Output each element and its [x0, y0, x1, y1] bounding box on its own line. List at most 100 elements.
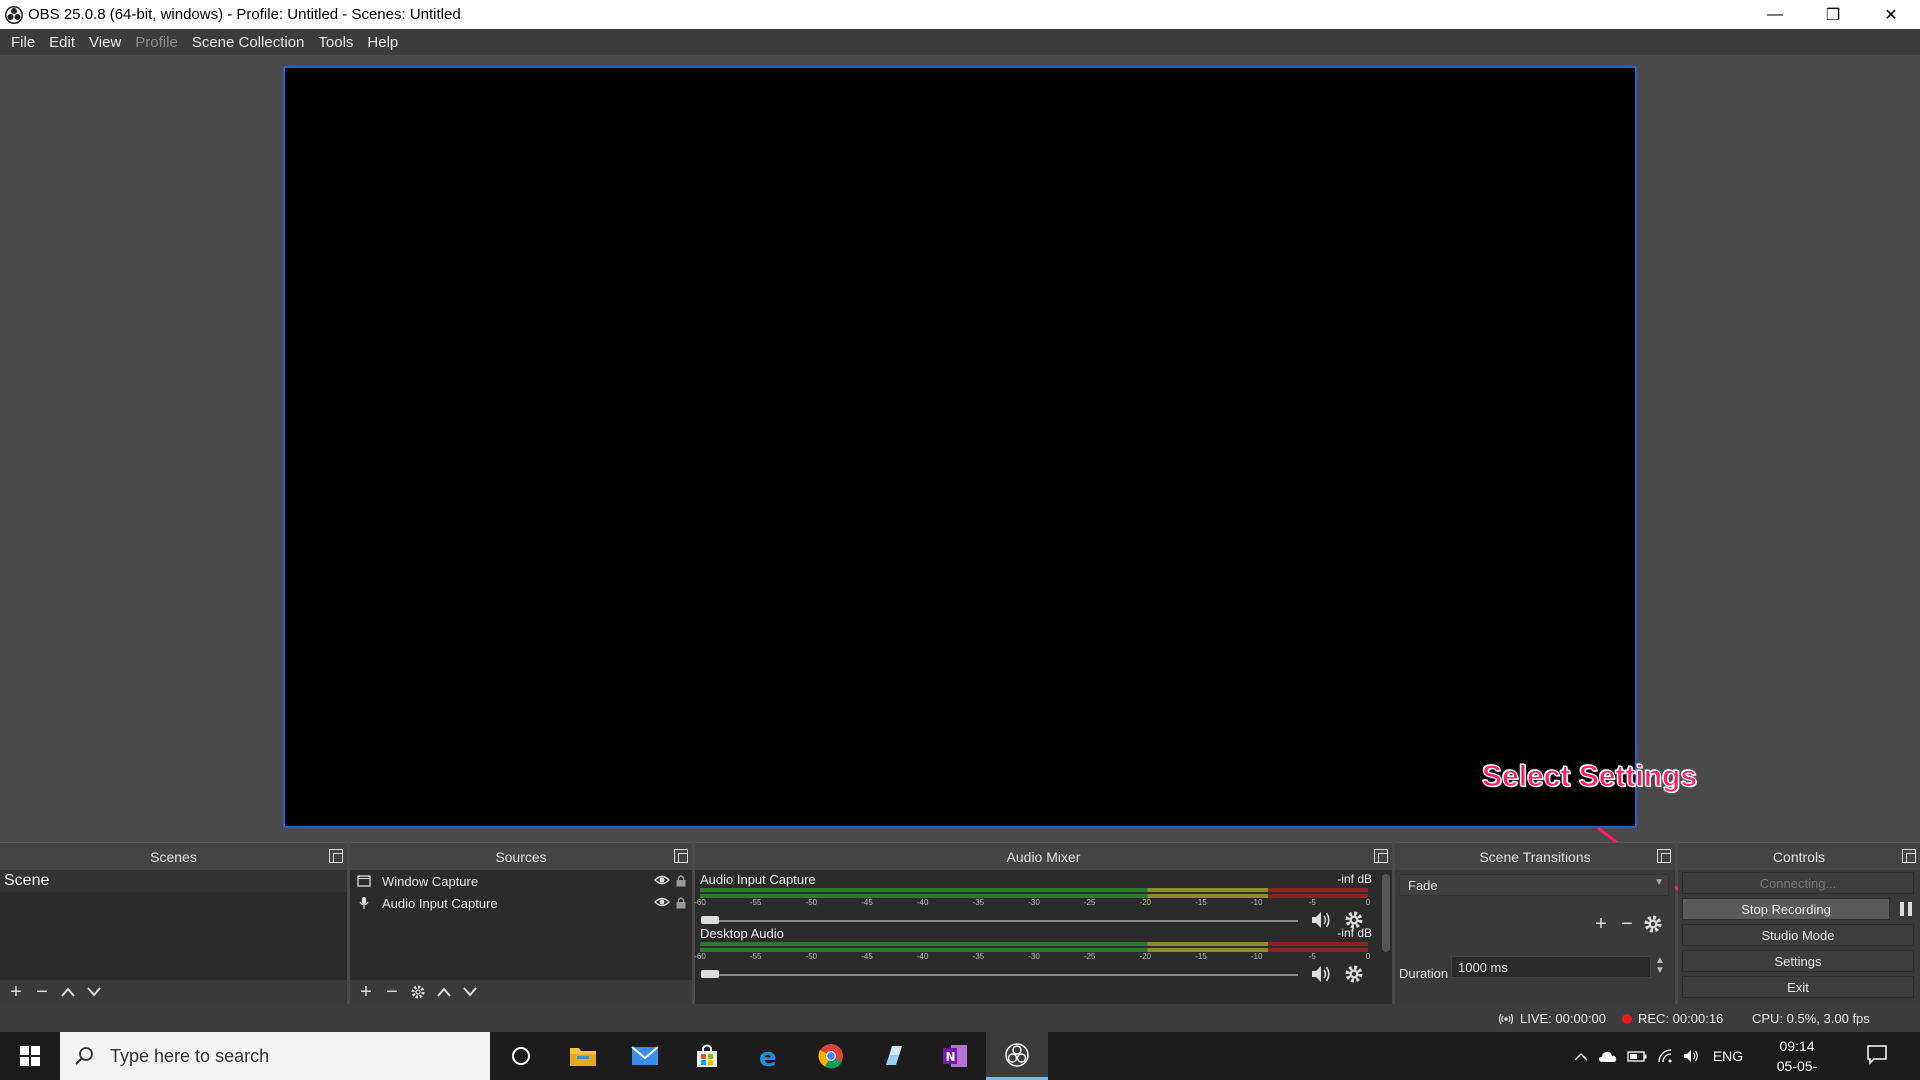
menu-file[interactable]: File [4, 34, 42, 51]
move-down-icon[interactable] [84, 982, 104, 1002]
obs-taskbar-icon[interactable] [986, 1032, 1048, 1080]
windows-start-icon[interactable] [0, 1032, 60, 1080]
meter-tick-label: -55 [749, 952, 762, 961]
menu-bar: File Edit View Profile Scene Collection … [0, 29, 1920, 55]
source-item[interactable]: Audio Input Capture [350, 892, 692, 914]
mixer-scrollbar[interactable] [1382, 874, 1390, 952]
volume-slider[interactable] [703, 920, 1298, 922]
studio-mode-button[interactable]: Studio Mode [1682, 924, 1914, 946]
remove-icon[interactable]: − [382, 982, 402, 1002]
sources-list: Window Capture Audio Input Capture + − [350, 870, 692, 1004]
mail-icon[interactable] [614, 1032, 676, 1080]
menu-profile[interactable]: Profile [128, 34, 185, 51]
duration-field[interactable]: 1000 ms [1451, 956, 1651, 978]
remove-icon[interactable]: − [1617, 914, 1637, 934]
scenes-dock-header: Scenes [0, 842, 347, 870]
undock-icon[interactable] [1374, 849, 1388, 863]
meter-tick-label: -15 [1195, 952, 1207, 961]
eye-icon[interactable] [654, 874, 670, 889]
edge-icon[interactable]: e [738, 1032, 800, 1080]
gear-icon[interactable] [1344, 964, 1364, 989]
search-placeholder: Type here to search [110, 1045, 270, 1066]
volume-icon[interactable] [1678, 1049, 1706, 1063]
notes-app-icon[interactable] [862, 1032, 924, 1080]
transition-select[interactable]: Fade ▼ [1399, 874, 1669, 896]
menu-tools[interactable]: Tools [311, 34, 360, 51]
close-button[interactable]: ✕ [1862, 0, 1920, 29]
meter-tick-label: -15 [1195, 898, 1207, 907]
meter-tick-label: -30 [1028, 952, 1040, 961]
move-down-icon[interactable] [460, 982, 480, 1002]
channel-level: -inf dB [1337, 872, 1372, 886]
store-icon[interactable] [676, 1032, 738, 1080]
scene-transitions-header: Scene Transitions [1395, 842, 1675, 870]
scenes-dock-title: Scenes [150, 848, 197, 865]
gear-icon[interactable] [408, 982, 428, 1002]
menu-scene-collection[interactable]: Scene Collection [185, 34, 312, 51]
menu-view[interactable]: View [82, 34, 128, 51]
lock-icon[interactable] [675, 896, 687, 912]
source-item[interactable]: Window Capture [350, 870, 692, 892]
volume-slider[interactable] [703, 974, 1298, 976]
transition-select-value: Fade [1408, 877, 1438, 893]
cortana-icon[interactable] [490, 1032, 552, 1080]
audio-mixer-dock: Audio Mixer Audio Input Capture -inf dB … [694, 842, 1392, 1004]
onenote-icon[interactable]: N [924, 1032, 986, 1080]
chevron-up-icon[interactable] [1570, 1052, 1592, 1061]
move-up-icon[interactable] [58, 982, 78, 1002]
scenes-toolbar: + − [0, 980, 347, 1004]
menu-help[interactable]: Help [360, 34, 405, 51]
audio-mixer-body: Audio Input Capture -inf dB -60 -55 -50 -45… [694, 870, 1392, 1004]
transition-tools: + − [1591, 914, 1663, 934]
channel-level: -inf dB [1337, 926, 1372, 940]
chrome-icon[interactable] [800, 1032, 862, 1080]
window-icon [356, 875, 372, 887]
add-icon[interactable]: + [6, 982, 26, 1002]
program-preview[interactable] [283, 66, 1637, 828]
move-up-icon[interactable] [434, 982, 454, 1002]
system-tray: ENG [1570, 1032, 1750, 1080]
scenes-list: Scene + − [0, 870, 347, 1004]
meter-tick-label: -40 [916, 952, 929, 961]
undock-icon[interactable] [674, 849, 688, 863]
minimize-button[interactable]: — [1746, 0, 1804, 29]
notification-icon[interactable] [1866, 1044, 1888, 1071]
undock-icon[interactable] [1657, 849, 1671, 863]
eye-icon[interactable] [654, 896, 670, 911]
microphone-icon [356, 896, 372, 910]
remove-icon[interactable]: − [32, 982, 52, 1002]
exit-button[interactable]: Exit [1682, 976, 1914, 998]
start-streaming-button[interactable]: Connecting... [1682, 872, 1914, 894]
settings-button[interactable]: Settings [1682, 950, 1914, 972]
controls-header: Controls [1678, 842, 1920, 870]
language-indicator[interactable]: ENG [1706, 1048, 1750, 1064]
taskbar-clock[interactable]: 09:14 05-05-2020 [1762, 1036, 1832, 1080]
rec-status: REC: 00:00:16 [1622, 1011, 1723, 1026]
undock-icon[interactable] [1902, 849, 1916, 863]
channel-name: Desktop Audio [700, 926, 784, 941]
meter-tick-label: -60 [694, 898, 706, 907]
wifi-icon[interactable] [1652, 1049, 1678, 1063]
pause-icon[interactable] [1896, 898, 1916, 920]
chevron-down-icon: ▼ [1654, 877, 1664, 888]
volume-slider-handle[interactable] [701, 970, 719, 978]
taskbar-search[interactable]: Type here to search [60, 1032, 490, 1080]
svg-text:N: N [946, 1050, 956, 1064]
stop-recording-button[interactable]: Stop Recording [1682, 898, 1890, 920]
menu-edit[interactable]: Edit [42, 34, 82, 51]
speaker-icon[interactable] [1310, 964, 1332, 989]
duration-spinner-icon[interactable]: ▲ ▼ [1653, 956, 1667, 976]
volume-meter [700, 888, 1368, 892]
source-label: Audio Input Capture [382, 895, 498, 911]
cloud-icon[interactable] [1592, 1050, 1622, 1063]
volume-slider-handle[interactable] [701, 916, 719, 924]
file-explorer-icon[interactable] [552, 1032, 614, 1080]
gear-icon[interactable] [1643, 914, 1663, 934]
scene-item[interactable]: Scene [0, 870, 347, 892]
lock-icon[interactable] [675, 874, 687, 890]
add-icon[interactable]: + [356, 982, 376, 1002]
undock-icon[interactable] [329, 849, 343, 863]
add-icon[interactable]: + [1591, 914, 1611, 934]
battery-icon[interactable] [1622, 1050, 1652, 1062]
maximize-button[interactable]: ❐ [1804, 0, 1862, 29]
